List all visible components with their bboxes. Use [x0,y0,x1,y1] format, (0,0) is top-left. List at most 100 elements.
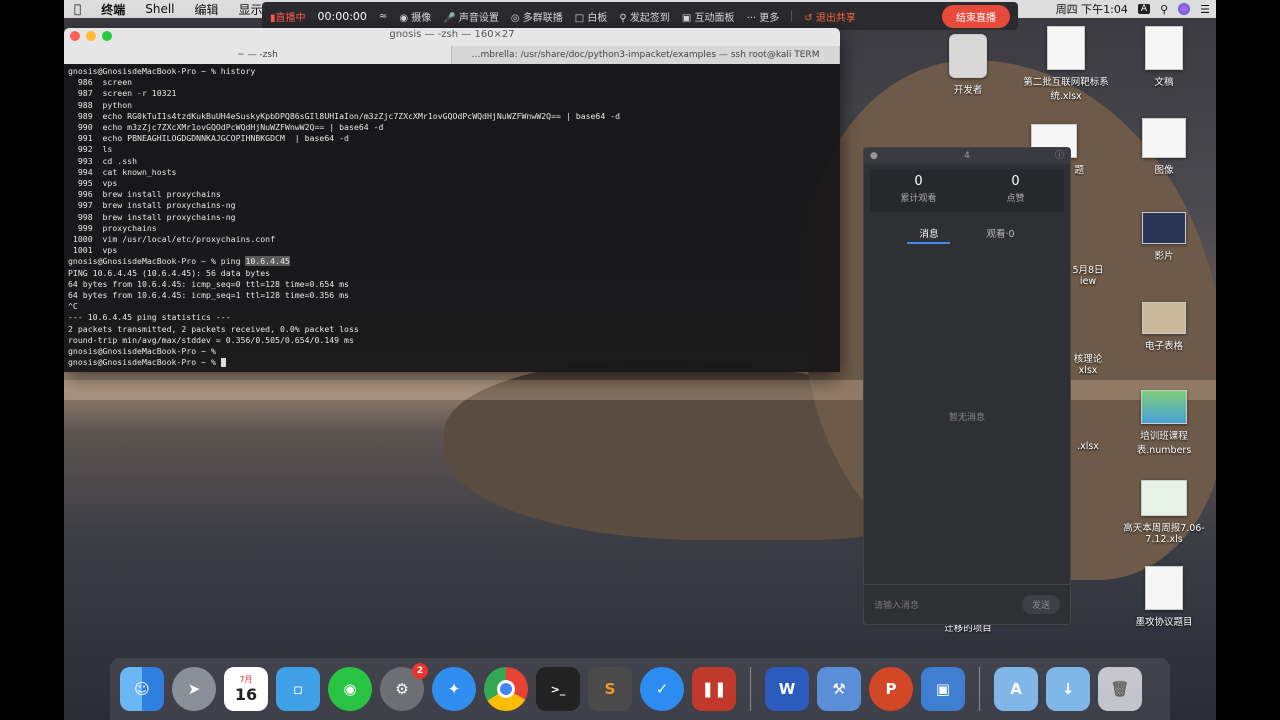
desktop-icon-developer[interactable]: 开发者 [920,34,1016,96]
word-icon[interactable]: W [765,667,809,711]
terminal-titlebar[interactable]: gnosis — -zsh — 160×27 [64,28,840,46]
parallels-icon[interactable]: ❚❚ [692,667,736,711]
desktop-icon-partial: 核理论 xlsx [1068,351,1108,376]
empty-messages-text: 暂无消息 [948,413,985,423]
desktop-icon-xlsx[interactable]: 第二批互联网靶标系统.xlsx [1018,26,1114,102]
folder-icon [1142,302,1186,334]
terminal-line: round-trip min/avg/max/stddev = 0.356/0.… [68,334,354,345]
desktop-icon-label: 高天本周周报7.06-7.12.xls [1123,523,1205,545]
terminal-line: 1001 vps [68,245,118,256]
system-preferences-icon[interactable]: ⚙ 2 [380,663,428,711]
tab-viewers[interactable]: 观看·0 [974,220,1026,244]
multi-group-button[interactable]: ◎ 多群联播 [511,9,563,24]
message-input[interactable]: 请输入消息 [874,598,919,611]
terminal-window[interactable]: gnosis — -zsh — 160×27 ~ — -zsh …mbrella… [64,28,840,372]
terminal-line: 994 cat known_hosts [68,166,177,177]
panel-title: 4 [964,151,970,161]
whiteboard-button[interactable]: □ 白板 [575,9,608,24]
desktop-icon-label: 开发者 [953,85,983,96]
interaction-panel-button[interactable]: ▣ 互动面板 [682,9,735,24]
live-label: 直播中 [275,12,306,24]
desktop-icon-images[interactable]: 图像 [1116,118,1212,176]
panel-stats: 0 累计观看 0 点赞 [870,170,1064,212]
desktop-icon-label: 电子表格 [1144,341,1183,352]
terminal-tab-zsh[interactable]: ~ — -zsh [64,46,452,64]
terminal-title: gnosis — -zsh — 160×27 [389,29,515,40]
terminal-icon[interactable]: >_ [536,667,580,711]
zoom-button[interactable] [102,31,112,41]
control-center-icon[interactable]: ☰ [1200,3,1210,16]
desktop-icon-protocol[interactable]: 墨攻协议题目 [1116,566,1212,628]
dock-divider [750,667,751,711]
panel-titlebar[interactable]: 4 ● ⓘ [864,148,1070,164]
dock-divider [979,667,980,711]
terminal-prompt-line[interactable]: gnosis@GnosisdeMacBook-Pro ~ % [68,357,836,368]
dingtalk-icon[interactable]: ✓ [640,667,684,711]
spreadsheet-file-icon [1047,26,1085,70]
tab-messages[interactable]: 消息 [907,220,951,244]
chrome-icon[interactable] [484,667,528,711]
exit-share-button[interactable]: ↺ 退出共享 [804,9,856,24]
menu-app-name[interactable]: 终端 [91,1,135,18]
calendar-month: 7月 [239,675,253,684]
apple-icon[interactable]:  [64,2,91,16]
sublime-text-icon[interactable]: S [588,667,632,711]
terminal-output[interactable]: gnosis@GnosisdeMacBook-Pro ~ % history 9… [64,64,840,368]
close-icon[interactable]: ● [870,148,878,164]
selected-host[interactable]: 10.6.4.45 [245,256,290,267]
end-live-button[interactable]: 结束直播 [942,4,1010,28]
audio-settings-button[interactable]: 🎤 声音设置 [443,9,499,24]
likes-stat: 0 点赞 [967,170,1064,212]
numbers-file-icon [1141,390,1187,424]
search-icon[interactable]: ⚲ [1160,3,1168,16]
desktop-icon-label: 第二批互联网靶标系统.xlsx [1023,77,1109,102]
input-method-icon[interactable]: A [1137,4,1151,14]
total-views-stat: 0 累计观看 [870,170,967,212]
terminal-line: 1000 vim /usr/local/etc/proxychains.conf [68,234,276,245]
remote-desktop-icon[interactable]: ▣ [921,667,965,711]
more-button[interactable]: ··· 更多 [747,9,780,24]
powerpoint-icon[interactable]: P [869,667,913,711]
applications-folder-icon[interactable]: A [994,667,1038,711]
siri-icon[interactable] [1178,3,1191,15]
desktop-icon-movies[interactable]: 影片 [1116,212,1212,262]
wechat-icon[interactable]: ◉ [328,667,372,711]
terminal-line: 989 echo RG0kTuI1s4tzdKukBuUH4eSuskyKpbD… [68,110,621,121]
live-indicator: ▮直播中 [270,12,306,24]
desktop-icon-spreadsheets[interactable]: 电子表格 [1116,302,1212,352]
terminal-tab-ssh[interactable]: …mbrella: /usr/share/doc/python3-impacke… [452,46,840,64]
safari-icon[interactable]: ✦ [432,667,476,711]
desktop-icon-label: 影片 [1154,251,1174,262]
live-meeting-toolbar: ▮直播中 00:00:00 ≈ ◉ 摄像 🎤 声音设置 ◎ 多群联播 □ 白板 … [262,2,1018,30]
desktop-icon-documents[interactable]: 文稿 [1116,26,1212,88]
wifi-icon: ≈ [378,10,388,22]
desktop-icon-numbers[interactable]: 培训班课程表.numbers [1116,390,1212,456]
terminal-line: 64 bytes from 10.6.4.45: icmp_seq=0 ttl=… [68,278,349,289]
launchpad-icon[interactable]: ➤ [172,667,216,711]
terminal-line: gnosis@GnosisdeMacBook-Pro ~ % [68,346,216,357]
keynote-icon[interactable]: ▫ [276,667,320,711]
check-in-button[interactable]: ⚲ 发起签到 [619,9,670,24]
minimize-button[interactable] [86,31,96,41]
camera-button[interactable]: ◉ 摄像 [399,9,431,24]
calendar-icon[interactable]: 7月 16 [224,667,268,711]
menu-item-shell[interactable]: Shell [135,2,184,16]
finder-icon[interactable]: ☺ [120,667,164,711]
xcode-icon[interactable]: ⚒ [817,667,861,711]
trash-icon[interactable]: 🗑 [1098,667,1142,711]
spreadsheet-file-icon [1141,480,1187,516]
divider [791,10,793,22]
desktop-icon-partial: 5月8日 iew [1068,262,1108,287]
clock[interactable]: 周四 下午1:04 [1056,1,1128,17]
document-file-icon [1145,566,1183,610]
desktop-icon-label: 5月8日 [1072,265,1104,276]
desktop-icon-label: 图像 [1154,165,1174,176]
close-button[interactable] [70,31,80,41]
send-button[interactable]: 发送 [1021,595,1060,614]
help-icon[interactable]: ⓘ [1055,148,1064,164]
downloads-folder-icon[interactable]: ↓ [1046,667,1090,711]
desktop-icon-weekly-report[interactable]: 高天本周周报7.06-7.12.xls [1116,480,1212,545]
dock: ☺ ➤ 7月 16 ▫ ◉ ⚙ 2 ✦ >_ S ✓ ❚❚ W ⚒ P ▣ A ↓… [110,658,1170,720]
notification-badge: 2 [412,663,428,679]
menu-item-edit[interactable]: 编辑 [185,1,229,18]
